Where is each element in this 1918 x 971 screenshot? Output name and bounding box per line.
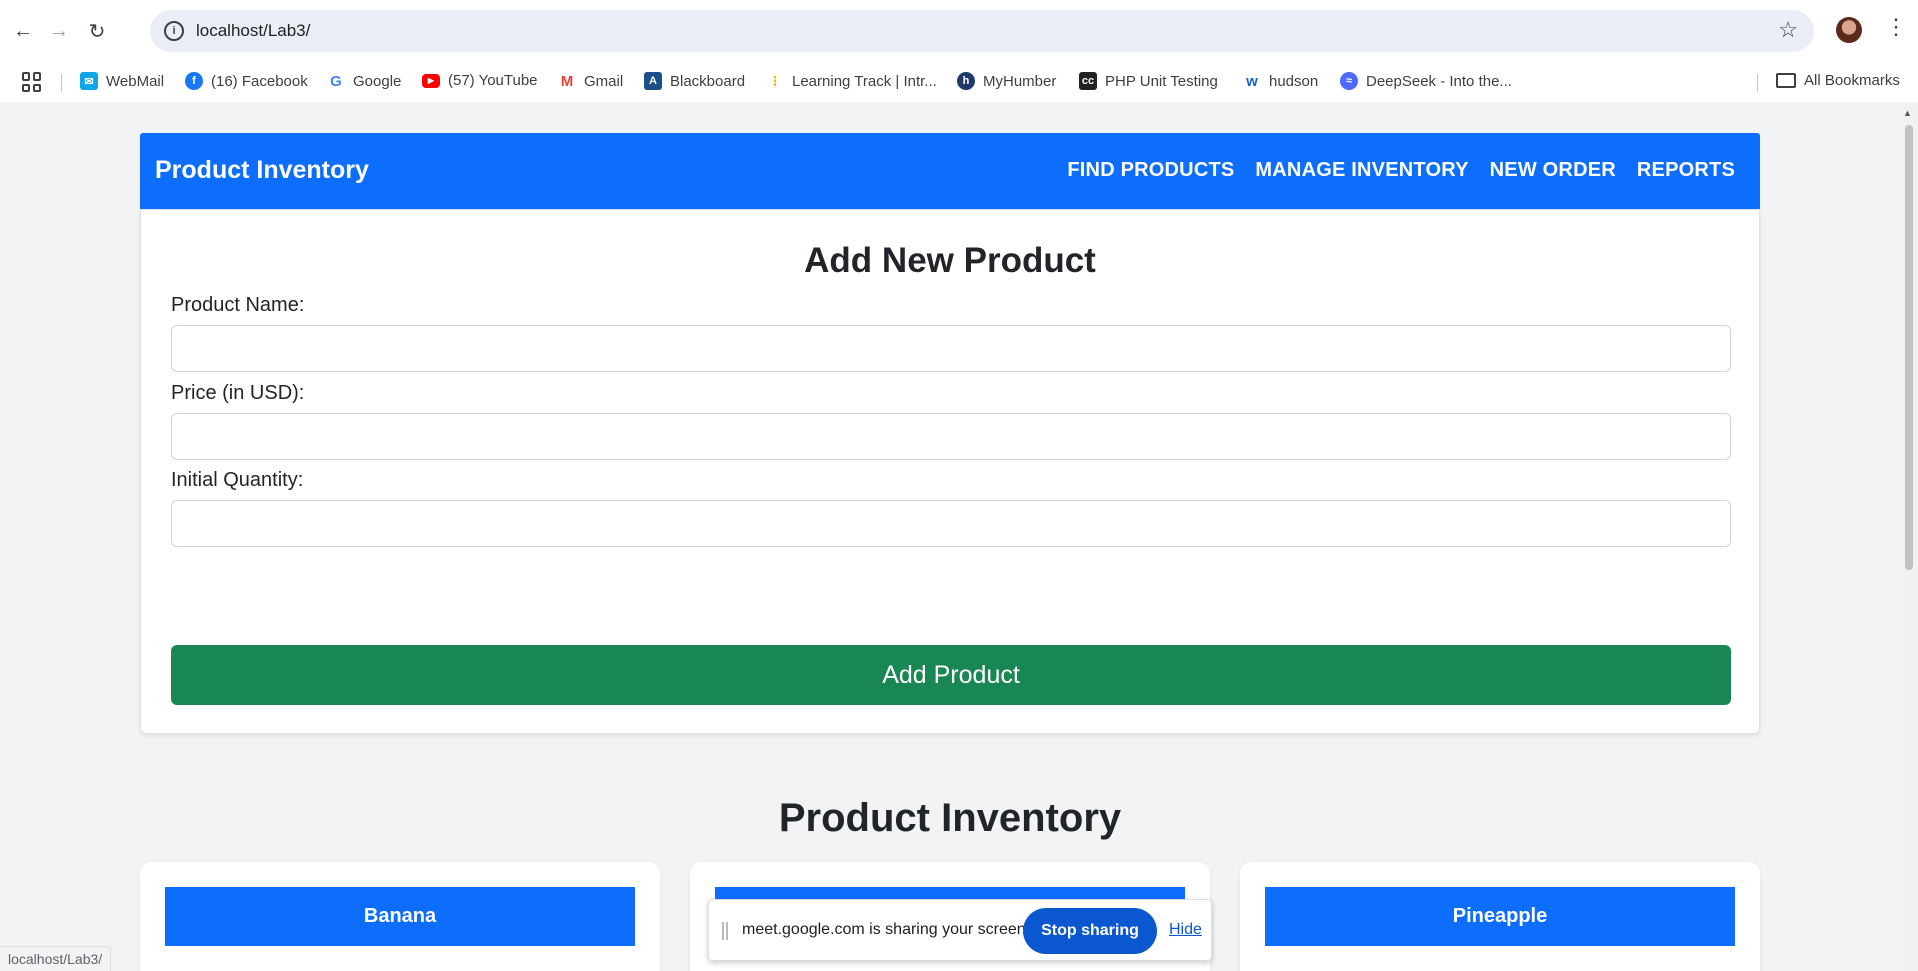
facebook-icon: f: [185, 72, 203, 90]
bookmark-label: Gmail: [584, 72, 624, 90]
bookmark-hudson[interactable]: w hudson: [1243, 72, 1318, 90]
product-card-header: Pineapple: [1265, 887, 1735, 946]
bookmark-separator: [1757, 74, 1758, 92]
bookmark-label: (16) Facebook: [211, 72, 308, 90]
product-card: Pineapple: [1240, 862, 1760, 971]
bookmark-myhumber[interactable]: h MyHumber: [957, 72, 1056, 90]
stop-sharing-button[interactable]: Stop sharing: [1023, 908, 1157, 954]
bookmark-learning-track[interactable]: ⁝ Learning Track | Intr...: [766, 72, 937, 90]
status-bar-url: localhost/Lab3/: [0, 946, 112, 971]
nav-find-products[interactable]: FIND PRODUCTS: [1067, 159, 1234, 182]
reload-icon[interactable]: ↻: [82, 16, 112, 46]
profile-avatar[interactable]: [1836, 17, 1862, 43]
share-status-text: meet.google.com is sharing your screen.: [742, 921, 1031, 938]
bookmark-label: hudson: [1269, 72, 1319, 90]
product-card-header: Banana: [165, 887, 635, 946]
hide-link[interactable]: Hide: [1169, 921, 1202, 939]
hudson-icon: w: [1243, 72, 1261, 90]
forward-icon[interactable]: →: [44, 16, 74, 46]
bookmark-label: MyHumber: [983, 72, 1057, 90]
bookmark-label: Blackboard: [670, 72, 746, 90]
nav-new-order[interactable]: NEW ORDER: [1490, 159, 1616, 182]
gmail-icon: M: [558, 72, 576, 90]
navbar-links: FIND PRODUCTS MANAGE INVENTORY NEW ORDER…: [1067, 159, 1735, 182]
menu-kebab-icon[interactable]: ⋮: [1885, 14, 1907, 40]
bookmark-deepseek[interactable]: ≈ DeepSeek - Into the...: [1340, 72, 1512, 90]
nav-manage-inventory[interactable]: MANAGE INVENTORY: [1255, 159, 1468, 182]
bookmark-label: Google: [353, 72, 402, 90]
bookmark-facebook[interactable]: f (16) Facebook: [185, 72, 308, 90]
add-product-button[interactable]: Add Product: [171, 645, 1731, 705]
blackboard-icon: A: [644, 72, 662, 90]
bookmark-star-icon[interactable]: ☆: [1778, 17, 1798, 43]
bookmark-label: WebMail: [106, 72, 165, 90]
nav-reports[interactable]: REPORTS: [1637, 159, 1735, 182]
quantity-input[interactable]: [171, 500, 1731, 547]
add-product-card: Add New Product Product Name: Price (in …: [140, 209, 1760, 734]
bookmark-separator: [61, 74, 62, 92]
back-icon[interactable]: ←: [8, 16, 38, 46]
bookmark-php-unit[interactable]: cc PHP Unit Testing: [1079, 72, 1218, 90]
apps-grid-icon[interactable]: [22, 72, 42, 92]
bookmark-youtube[interactable]: ▶ (57) YouTube: [422, 72, 538, 89]
price-label: Price (in USD):: [171, 382, 305, 404]
myhumber-icon: h: [957, 72, 975, 90]
form-title: Add New Product: [804, 241, 1096, 280]
deepseek-icon: ≈: [1340, 72, 1358, 90]
all-bookmarks[interactable]: All Bookmarks: [1776, 72, 1900, 89]
site-info-icon[interactable]: i: [164, 21, 184, 41]
page-viewport: Product Inventory FIND PRODUCTS MANAGE I…: [0, 102, 1900, 971]
bookmark-label: PHP Unit Testing: [1105, 72, 1218, 90]
webmail-icon: ✉: [80, 72, 98, 90]
bookmarks-bar: ✉ WebMail f (16) Facebook G Google ▶ (57) Yo…: [0, 62, 1918, 102]
screen-share-bar: meet.google.com is sharing your screen. …: [708, 899, 1212, 961]
bookmark-label: DeepSeek - Into the...: [1366, 72, 1512, 90]
folder-icon: [1776, 73, 1796, 88]
product-name-input[interactable]: [171, 325, 1731, 372]
product-card: Banana: [140, 862, 660, 971]
quantity-label: Initial Quantity:: [171, 469, 304, 491]
youtube-icon: ▶: [422, 73, 440, 88]
price-input[interactable]: [171, 413, 1731, 460]
browser-toolbar: ← → ↻ i localhost/Lab3/ ☆ ⋮: [0, 0, 1918, 62]
url-text[interactable]: localhost/Lab3/: [196, 21, 310, 41]
bookmark-google[interactable]: G Google: [327, 72, 401, 90]
product-name-label: Product Name:: [171, 294, 305, 316]
all-bookmarks-label: All Bookmarks: [1804, 72, 1900, 89]
bookmark-label: (57) YouTube: [448, 72, 538, 89]
address-bar[interactable]: i localhost/Lab3/ ☆: [150, 10, 1814, 52]
google-icon: G: [327, 72, 345, 90]
navbar-brand[interactable]: Product Inventory: [155, 156, 369, 185]
bookmark-webmail[interactable]: ✉ WebMail: [80, 72, 164, 90]
bookmark-label: Learning Track | Intr...: [792, 72, 937, 90]
inventory-title: Product Inventory: [778, 796, 1122, 840]
drag-handle-icon[interactable]: [722, 922, 728, 940]
learning-track-icon: ⁝: [766, 72, 784, 90]
php-unit-icon: cc: [1079, 72, 1097, 90]
scroll-up-arrow-icon[interactable]: ▲: [1903, 108, 1912, 118]
bookmark-gmail[interactable]: M Gmail: [558, 72, 623, 90]
bookmark-blackboard[interactable]: A Blackboard: [644, 72, 745, 90]
scrollbar-thumb[interactable]: [1905, 125, 1913, 570]
app-navbar: Product Inventory FIND PRODUCTS MANAGE I…: [140, 133, 1760, 209]
